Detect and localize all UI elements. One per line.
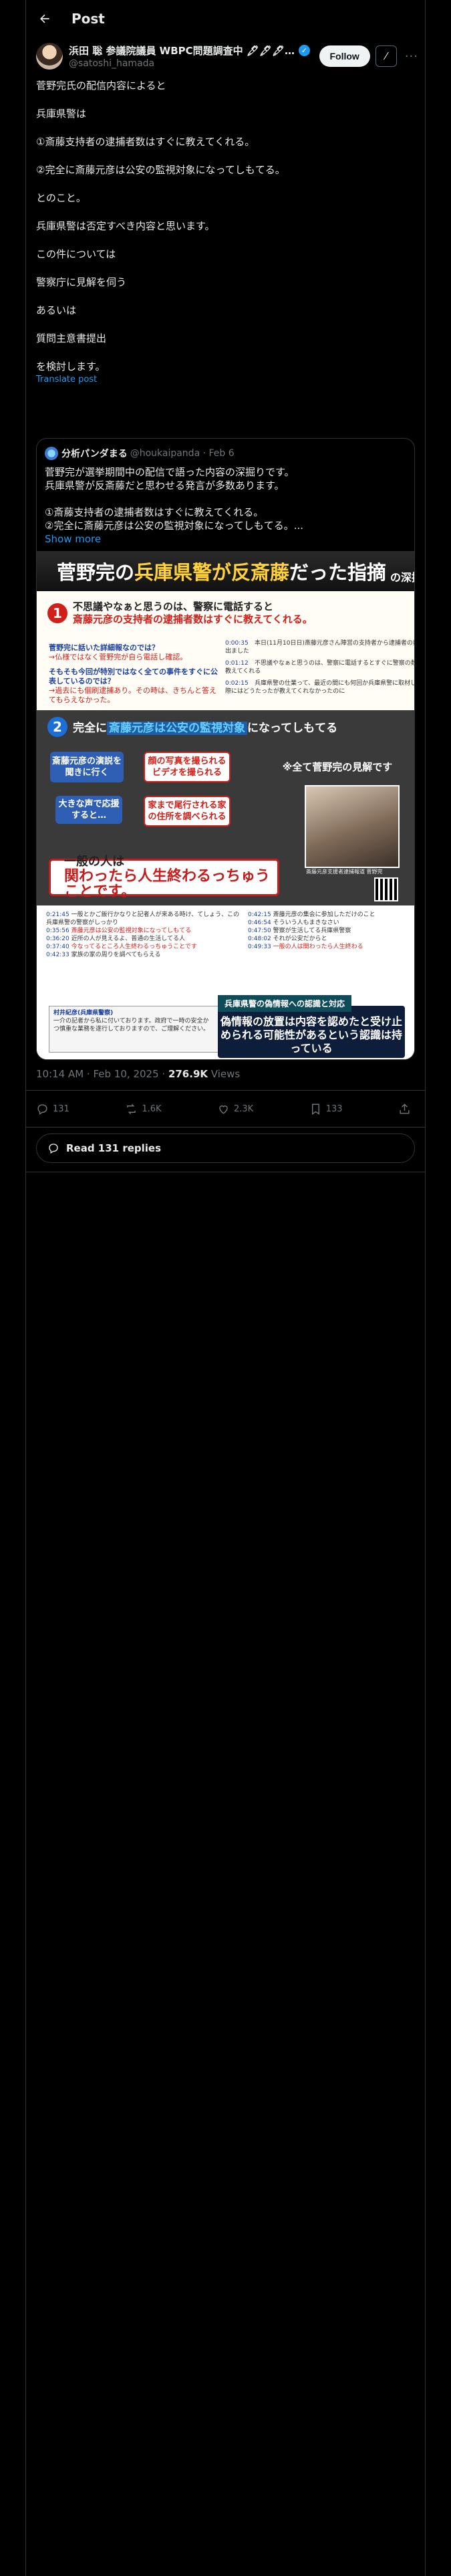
translate-link[interactable]: Translate post (36, 374, 415, 385)
section-1: 1 不思議やなぁと思うのは、警察に電話すると 斎藤元彦の支持者の逮捕者数はすぐに… (37, 591, 414, 710)
post-line: あるいは (36, 304, 77, 316)
bookmark-button[interactable]: 133 (309, 1103, 343, 1115)
post-line: 菅野完氏の配信内容によると (36, 80, 166, 92)
speaker-photo (305, 785, 400, 868)
page-title: Post (71, 10, 105, 27)
quote-author-handle: @houkaipanda · Feb 6 (130, 448, 235, 459)
conclusion-banner: 兵庫県警の偽情報への認識と対応 偽情報の放置は内容を認めたと受け止められる可能性… (218, 995, 405, 1058)
grok-icon[interactable]: ⁄ (375, 45, 397, 67)
share-icon (400, 1103, 410, 1114)
share-button[interactable] (398, 1103, 415, 1115)
post-line: を検討します。 (36, 360, 106, 372)
post-line: 兵庫県警は否定すべき内容と思います。 (36, 220, 215, 232)
divider (26, 1127, 425, 1128)
section-number: 2 (47, 717, 67, 737)
post-author: 浜田 聡 参議院議員 WBPC問題調査中 🖋🖋🖋 Y... ✓ @satoshi… (36, 40, 418, 72)
top-bar: Post (26, 0, 425, 37)
quote-line (45, 492, 406, 506)
bookmark-icon (311, 1103, 319, 1115)
quote-text: 菅野完が選挙期間中の配信で語った内容の深掘りです。 兵庫県警が反斎藤だと思わせる… (45, 465, 406, 546)
divider (26, 1090, 425, 1091)
author-handle[interactable]: @satoshi_hamada (69, 58, 319, 69)
post-line: 兵庫県警は (36, 108, 87, 120)
author-names: 浜田 聡 参議院議員 WBPC問題調査中 🖋🖋🖋 Y... ✓ @satoshi… (69, 43, 319, 69)
post-line: 警察庁に見解を伺う (36, 276, 127, 288)
transcript-right: 0:42:15 斎藤元彦の集会に参加しただけのこと 0:46:54 そういう人も… (248, 911, 375, 950)
section-2: 2 完全に 斎藤元彦は公安の監視対象 になってしもてる 斎藤元彦の演説を聞きに行く … (37, 710, 414, 905)
author-name[interactable]: 浜田 聡 参議院議員 WBPC問題調査中 🖋🖋🖋 Y... (69, 43, 296, 58)
section-2-heading: 完全に 斎藤元彦は公安の監視対象 になってしもてる (73, 722, 338, 735)
section-1-heading: 不思議やなぁと思うのは、警察に電話すると 斎藤元彦の支持者の逮捕者数はすぐに教え… (73, 601, 313, 625)
read-replies-button[interactable]: Read 131 replies (36, 1134, 415, 1163)
views-count: 276.9K (168, 1068, 208, 1080)
post-line: とのこと。 (36, 192, 86, 204)
action-bar: 131 1.6K 2.3K 133 (36, 1097, 415, 1121)
speech-bubble-icon (49, 1144, 58, 1154)
quote-line: ②完全に斎藤元彦は公安の監視対象になってしもてる。... (45, 520, 304, 532)
reply-icon (37, 1103, 47, 1115)
infographic-title: 菅野完の兵庫県警が反斎藤だった指摘の深掘り (37, 551, 414, 591)
quote-line: ①斎藤支持者の逮捕者数はすぐに教えてくれる。 (45, 506, 264, 518)
bookmark-count: 133 (325, 1103, 343, 1114)
like-button[interactable]: 2.3K (217, 1103, 253, 1115)
flow-box: 斎藤元彦の演説を聞きに行く (50, 752, 124, 782)
post-text: 菅野完氏の配信内容によると 兵庫県警は ①斎藤支持者の逮捕者数はすぐに教えてくれ… (36, 79, 415, 385)
quoted-post[interactable]: 分析パンダまる @houkaipanda · Feb 6 菅野完が選挙期間中の配… (36, 438, 415, 1060)
like-count: 2.3K (234, 1103, 254, 1114)
repost-button[interactable]: 1.6K (125, 1103, 162, 1115)
photo-caption: 斎藤元彦支援者逮捕報道 菅野完 (306, 869, 383, 875)
follow-button[interactable]: Follow (319, 45, 370, 67)
post-line: この件については (36, 248, 116, 260)
quote-line: 兵庫県警が反斎藤だと思わせる発言が多数あります。 (45, 479, 285, 492)
quote-avatar (45, 447, 58, 460)
post-meta: 10:14 AM · Feb 10, 2025 · 276.9K Views (36, 1068, 240, 1080)
back-arrow-icon[interactable] (35, 9, 54, 28)
reply-count: 131 (53, 1103, 69, 1114)
quote-author: 分析パンダまる @houkaipanda · Feb 6 (45, 447, 235, 460)
post-line: ①斎藤支持者の逮捕者数はすぐに教えてくれる。 (36, 136, 255, 148)
timestamp-list: 0:00:35 本日(11月10日日)斎藤元彦さん陣営の支持者から逮捕者の数は出ま… (225, 640, 414, 695)
note-box: 村井紀彦(兵庫県警察) 一介の記者から私に付いております。政府で一時の安全かつ慎… (49, 1006, 219, 1053)
show-more-link[interactable]: Show more (45, 532, 406, 546)
flow-box: 顔の写真を撮られるビデオを撮られる (144, 752, 231, 782)
more-options-icon[interactable]: ··· (405, 49, 418, 64)
conclusion-text: 偽情報の放置は内容を認めたと受け止められる可能性があるという認識は持っている (220, 1015, 402, 1055)
repost-icon (127, 1103, 136, 1114)
qa-block: 菅野完に話いた詳細報なのでは？ →仏様ではなく菅野完が自ら電話し確認。 そもそも… (49, 643, 218, 704)
flow-note: ※全て菅野完の見解です (282, 760, 393, 773)
reply-button[interactable]: 131 (36, 1103, 69, 1115)
section-number: 1 (47, 603, 67, 623)
quote-line: 菅野完が選挙期間中の配信で語った内容の深掘りです。 (45, 466, 295, 478)
views-label: Views (208, 1068, 241, 1080)
read-replies-label: Read 131 replies (66, 1142, 162, 1154)
qr-code-icon (374, 877, 398, 901)
section-3: 0:21:45 一般とかご飯行かなりと記者人が来ある時け、てしょう、この兵庫県警… (37, 905, 414, 1059)
timeline-column: Post 浜田 聡 参議院議員 WBPC問題調査中 🖋🖋🖋 Y... ✓ @sa… (25, 0, 426, 2576)
infographic-image[interactable]: 菅野完の兵庫県警が反斎藤だった指摘の深掘り 1 不思議やなぁと思うのは、警察に電… (37, 551, 414, 1059)
flow-box: 大きな声で応援すると… (55, 796, 122, 824)
verified-badge-icon: ✓ (299, 45, 310, 56)
post-timestamp[interactable]: 10:14 AM · Feb 10, 2025 · (36, 1068, 168, 1080)
post-line: ②完全に斎藤元彦は公安の監視対象になってしもてる。 (36, 164, 285, 176)
post-line: 質問主意書提出 (36, 332, 107, 344)
repost-count: 1.6K (142, 1103, 162, 1114)
flow-box: 家まで尾行される家の住所を調べられる (144, 796, 231, 827)
conclusion-tag: 兵庫県警の偽情報への認識と対応 (218, 995, 352, 1012)
quote-author-name: 分析パンダまる (61, 449, 128, 459)
transcript-left: 0:21:45 一般とかご飯行かなりと記者人が来ある時け、てしょう、この兵庫県警… (46, 911, 240, 958)
avatar[interactable] (36, 43, 63, 70)
heart-icon (219, 1105, 228, 1114)
warning-banner: 一般の人は 関わったら人生終わるっちゅうことです。 (49, 855, 279, 899)
